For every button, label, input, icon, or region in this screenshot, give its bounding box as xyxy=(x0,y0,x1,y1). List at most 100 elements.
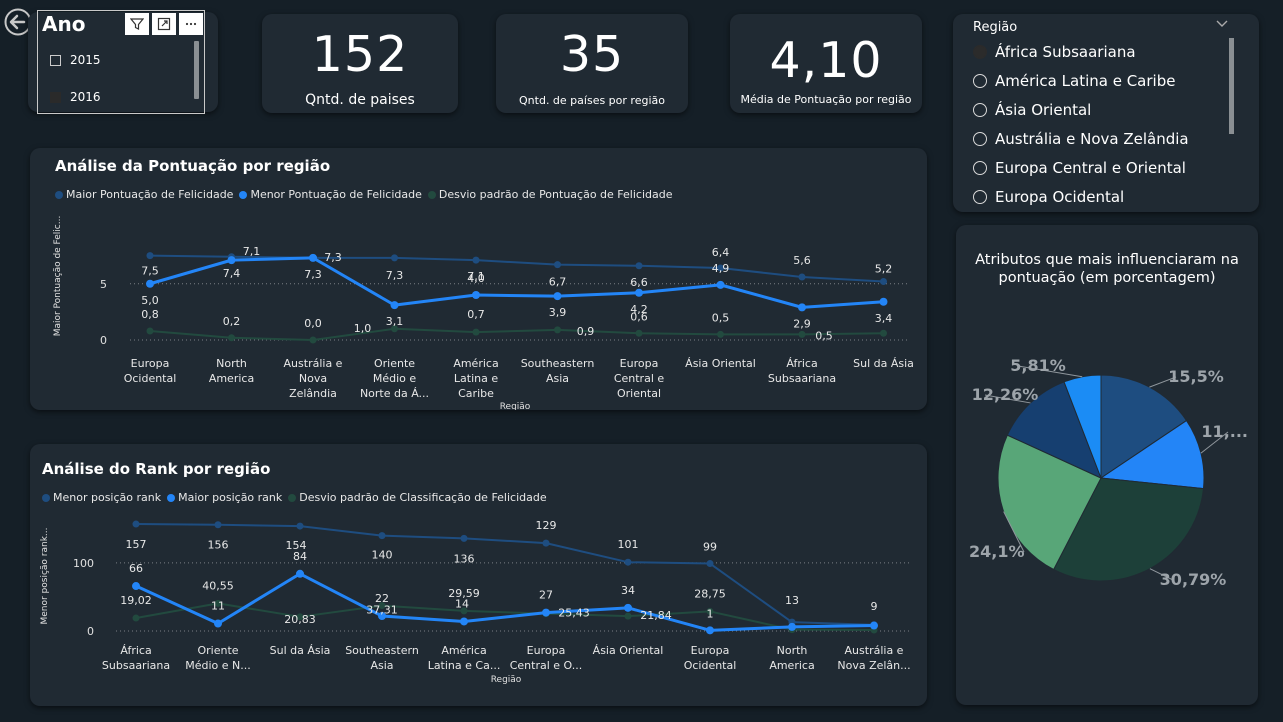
data-label: 7,4 xyxy=(223,267,241,280)
region-option-label: África Subsaariana xyxy=(995,43,1136,61)
data-label: 21,84 xyxy=(640,609,672,622)
x-tick-label: América xyxy=(453,357,498,370)
data-point xyxy=(146,279,154,288)
region-option-label: Europa Ocidental xyxy=(995,188,1125,206)
data-label: 1 xyxy=(707,607,714,620)
data-label: 27 xyxy=(539,589,553,602)
radio-button[interactable] xyxy=(973,45,987,59)
x-tick-label: Nova Zelân... xyxy=(837,659,910,672)
y-axis-label: Maior Pontuação de Felic... xyxy=(53,216,63,337)
data-point xyxy=(798,273,806,281)
x-tick-label: Subsaariana xyxy=(768,372,836,385)
data-label: 2,9 xyxy=(793,317,811,330)
data-label: 4,9 xyxy=(712,262,730,275)
pie-data-label: 11,... xyxy=(1201,422,1248,441)
x-tick-label: Central e xyxy=(614,372,665,385)
data-point xyxy=(624,558,632,566)
data-point xyxy=(391,254,398,262)
data-label: 37,31 xyxy=(366,604,398,617)
data-point xyxy=(378,532,386,540)
data-point xyxy=(472,291,480,299)
radio-button[interactable] xyxy=(973,103,987,117)
data-label: 84 xyxy=(293,550,307,563)
x-tick-label: Southeastern xyxy=(345,644,419,657)
data-label: 25,43 xyxy=(558,607,590,620)
focus-mode-icon[interactable] xyxy=(152,13,176,35)
data-label: 7,3 xyxy=(304,268,322,281)
x-tick-label: America xyxy=(769,659,814,672)
radio-button[interactable] xyxy=(973,190,987,204)
data-label: 20,83 xyxy=(284,613,316,626)
data-label: 28,75 xyxy=(694,587,726,600)
checkbox[interactable] xyxy=(50,54,61,66)
data-point xyxy=(788,622,796,631)
region-slicer[interactable]: Região África Subsaariana América Latina… xyxy=(953,14,1259,212)
x-tick-label: Ocidental xyxy=(124,372,177,385)
radio-button[interactable] xyxy=(973,74,987,88)
rank-line-chart[interactable]: 0 100 Menor posição rank... Região África Sub… xyxy=(30,444,927,706)
year-option-label: 2016 xyxy=(70,90,101,104)
x-tick-label: Latina e xyxy=(454,372,498,385)
data-label: 6,7 xyxy=(549,276,567,289)
filter-icon[interactable] xyxy=(125,13,149,35)
data-point xyxy=(716,280,725,289)
year-slicer[interactable]: Ano 2015 2016 xyxy=(37,10,205,114)
attributes-pie-card: Atributos que mais influenciaram na pont… xyxy=(956,225,1258,705)
region-option[interactable]: América Latina e Caribe xyxy=(973,72,1175,90)
x-tick-label: Ásia Oriental xyxy=(685,357,756,370)
data-label: 13 xyxy=(785,594,799,607)
year-option-2016[interactable]: 2016 xyxy=(50,90,101,104)
x-tick-label: África xyxy=(786,357,817,370)
more-options-icon[interactable] xyxy=(179,13,203,35)
x-tick-label: Subsaariana xyxy=(102,659,170,672)
data-label: 3,4 xyxy=(875,312,893,325)
data-point xyxy=(554,326,561,334)
x-axis-label: Região xyxy=(500,402,531,410)
radio-button[interactable] xyxy=(973,132,987,146)
data-point xyxy=(132,520,140,528)
x-tick-label: North xyxy=(216,357,247,370)
data-label: 7,5 xyxy=(141,265,159,278)
data-label: 66 xyxy=(129,562,143,575)
x-tick-label: América xyxy=(441,644,486,657)
y-tick-label: 100 xyxy=(73,557,94,570)
data-label: 136 xyxy=(454,552,475,565)
data-point xyxy=(542,539,550,547)
score-line-chart[interactable]: 0 5 Maior Pontuação de Felic... Região Europ… xyxy=(30,148,927,410)
data-point xyxy=(717,330,724,338)
data-point xyxy=(880,278,887,285)
data-point xyxy=(472,328,480,336)
region-option[interactable]: Europa Ocidental xyxy=(973,188,1124,206)
year-slicer-title: Ano xyxy=(42,12,86,36)
pie-data-label: 12,26% xyxy=(972,385,1039,404)
region-option[interactable]: Ásia Oriental xyxy=(973,101,1091,119)
scrollbar[interactable] xyxy=(1229,38,1234,134)
region-option[interactable]: Europa Central e Oriental xyxy=(973,159,1186,177)
data-label: 1,0 xyxy=(354,322,372,335)
chevron-down-icon[interactable] xyxy=(1215,16,1229,30)
attributes-pie-chart[interactable]: 15,5% 11,... 30,79% 24,1% 12,26% 5,81% xyxy=(956,225,1258,705)
data-point xyxy=(553,292,562,301)
region-option[interactable]: África Subsaariana xyxy=(973,43,1136,61)
data-point xyxy=(635,262,643,270)
x-tick-label: Austrália e xyxy=(284,357,343,370)
y-tick-label: 5 xyxy=(100,278,107,291)
x-tick-label: Oriental xyxy=(617,387,661,400)
x-tick-label: África xyxy=(120,644,151,657)
data-label: 19,02 xyxy=(120,594,152,607)
x-tick-label: Oriente xyxy=(197,644,238,657)
data-label: 34 xyxy=(621,584,635,597)
region-option[interactable]: Austrália e Nova Zelândia xyxy=(973,130,1189,148)
year-option-2015[interactable]: 2015 xyxy=(50,53,101,67)
scrollbar[interactable] xyxy=(194,41,199,99)
pie-data-label: 24,1% xyxy=(969,542,1025,561)
checkbox[interactable] xyxy=(50,91,61,103)
data-label: 5,2 xyxy=(875,263,893,276)
radio-button[interactable] xyxy=(973,161,987,175)
data-point xyxy=(472,256,480,264)
visual-toolbar xyxy=(125,13,203,35)
year-option-label: 2015 xyxy=(70,53,101,67)
region-slicer-title: Região xyxy=(973,20,1018,35)
region-option-label: Ásia Oriental xyxy=(995,101,1092,119)
data-label: 0,9 xyxy=(577,325,595,338)
